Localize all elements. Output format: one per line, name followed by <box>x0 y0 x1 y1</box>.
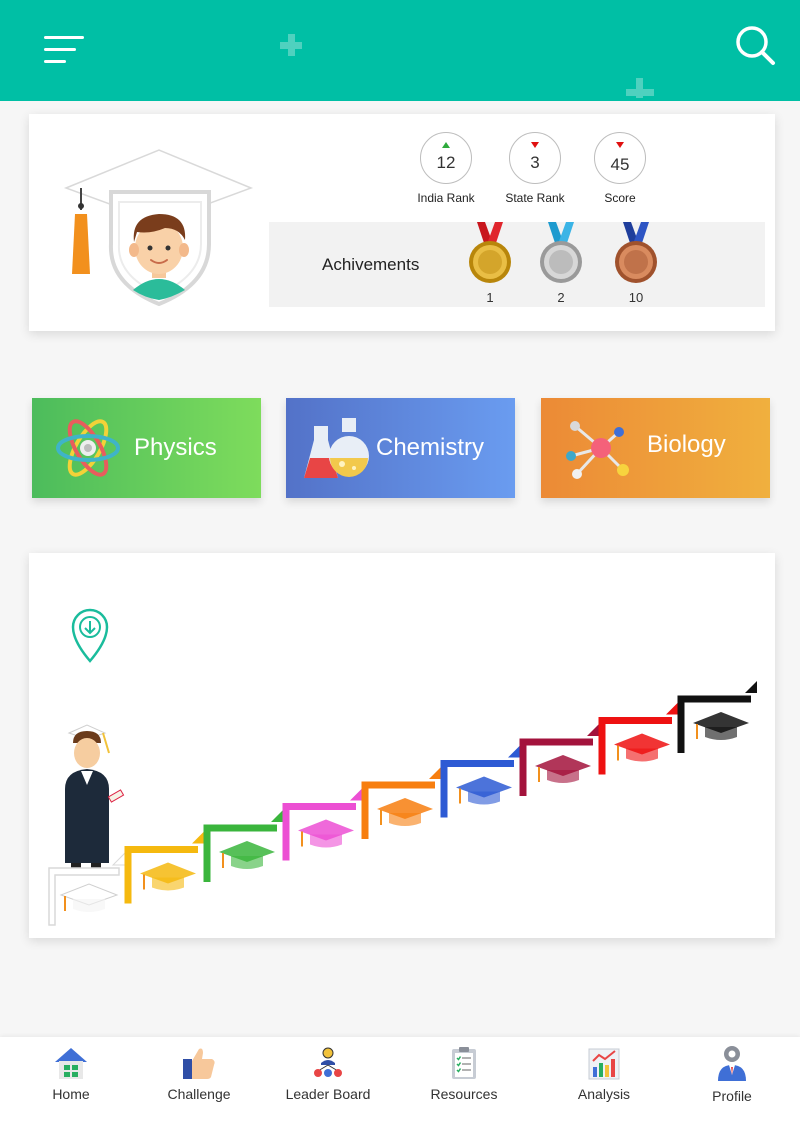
flask-icon <box>304 418 369 478</box>
decorative-plus-icon <box>280 34 302 56</box>
bronze-medal-icon <box>615 222 657 283</box>
subject-biology-card[interactable]: Biology <box>541 398 770 498</box>
progress-steps <box>48 608 757 926</box>
score-stat: 45 Score <box>575 132 665 205</box>
search-icon[interactable] <box>734 24 776 66</box>
profile-gear-icon <box>718 1046 746 1081</box>
subject-chemistry-label: Chemistry <box>376 434 485 461</box>
decorative-plus-icon <box>626 78 654 98</box>
gold-medal: 1 <box>465 222 515 307</box>
india-rank-stat: 12 India Rank <box>401 132 491 205</box>
home-icon <box>55 1048 87 1079</box>
trend-down-icon <box>616 142 624 148</box>
nav-home-label: Home <box>52 1086 90 1102</box>
molecule-icon <box>566 421 629 479</box>
location-pin-icon[interactable] <box>71 608 109 663</box>
state-rank-label: State Rank <box>505 191 565 205</box>
bottom-navigation: Home Challenge Leader Board Resources An… <box>0 1037 800 1128</box>
silver-medal-icon <box>540 222 582 283</box>
nav-leader-board-label: Leader Board <box>285 1086 371 1102</box>
silver-medal-count: 2 <box>557 290 565 305</box>
nav-home[interactable]: Home <box>11 1045 131 1121</box>
progress-step-7 <box>519 724 599 796</box>
nav-analysis-label: Analysis <box>577 1086 631 1102</box>
trend-up-icon <box>442 142 450 148</box>
achievements-panel[interactable]: Achivements 1 2 10 <box>269 222 765 307</box>
progress-step-6 <box>440 745 520 818</box>
state-rank-value: 3 <box>530 153 540 172</box>
state-rank-stat: 3 State Rank <box>490 132 580 205</box>
progress-step-2 <box>124 831 204 904</box>
nav-resources[interactable]: Resources <box>404 1045 524 1121</box>
leaderboard-icon <box>314 1047 342 1077</box>
student-avatar <box>63 149 254 306</box>
subject-physics-card[interactable]: Physics <box>32 398 261 498</box>
india-rank-value: 12 <box>436 153 456 172</box>
atom-icon <box>56 419 120 477</box>
subject-physics-label: Physics <box>134 434 217 461</box>
thumbs-up-icon <box>183 1048 215 1079</box>
trend-down-icon <box>531 142 539 148</box>
profile-card: 12 India Rank 3 State Rank 45 Score Achi… <box>29 114 775 331</box>
progress-step-3 <box>203 810 283 882</box>
progress-step-8 <box>598 702 678 775</box>
progress-path-card <box>29 553 775 938</box>
progress-step-1 <box>48 851 126 926</box>
state-rank-badge: 3 <box>509 132 561 184</box>
clipboard-icon <box>452 1047 476 1079</box>
bronze-medal-count: 10 <box>628 290 644 305</box>
nav-analysis[interactable]: Analysis <box>544 1045 664 1121</box>
nav-profile[interactable]: Profile <box>672 1045 792 1121</box>
india-rank-badge: 12 <box>420 132 472 184</box>
nav-challenge[interactable]: Challenge <box>139 1045 259 1121</box>
bronze-medal: 10 <box>611 222 661 307</box>
india-rank-label: India Rank <box>417 191 475 205</box>
score-label: Score <box>604 191 636 205</box>
nav-leader-board[interactable]: Leader Board <box>268 1045 388 1121</box>
subject-chemistry-card[interactable]: Chemistry <box>286 398 515 498</box>
app-header <box>0 0 800 101</box>
silver-medal: 2 <box>536 222 586 307</box>
gold-medal-icon <box>469 222 511 283</box>
graduate-figure <box>65 724 125 873</box>
gold-medal-count: 1 <box>486 290 494 305</box>
progress-step-9 <box>677 681 757 753</box>
progress-step-5 <box>361 767 441 839</box>
nav-resources-label: Resources <box>430 1086 498 1102</box>
score-badge: 45 <box>594 132 646 184</box>
score-value: 45 <box>610 155 630 174</box>
progress-step-4 <box>282 788 362 861</box>
achievements-label: Achivements <box>322 255 420 274</box>
menu-icon[interactable] <box>44 36 84 64</box>
nav-profile-label: Profile <box>712 1088 752 1104</box>
subject-biology-label: Biology <box>647 431 726 458</box>
nav-challenge-label: Challenge <box>167 1086 231 1102</box>
chart-icon <box>588 1048 620 1080</box>
